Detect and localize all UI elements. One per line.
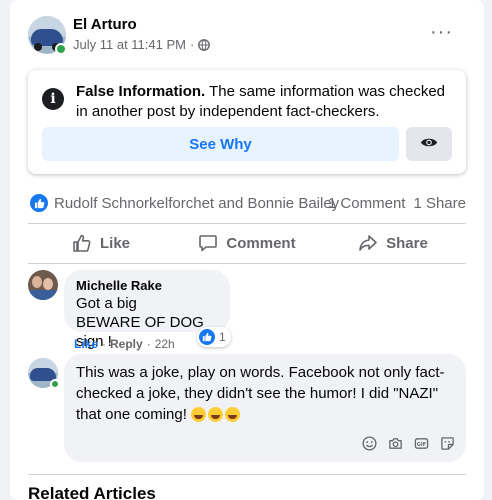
divider [28,474,466,475]
sticker-icon[interactable] [438,434,456,452]
comment-actions: Like · Reply · 22h [74,337,175,351]
globe-icon[interactable] [198,38,211,51]
divider [28,263,466,264]
like-label: Like [99,234,130,252]
related-articles-heading: Related Articles [28,484,156,500]
laughing-emoji-icon [225,407,241,422]
share-label: Share [386,234,428,252]
laughing-emoji-icon [191,407,207,422]
warning-heading: False Information. [76,83,206,100]
composer-text[interactable]: This was a joke, play on words. Facebook… [76,362,454,425]
camera-icon[interactable] [386,434,404,452]
comment-composer[interactable]: This was a joke, play on words. Facebook… [64,354,466,462]
emoji-group [191,407,241,422]
comment-action-separator: · [146,337,151,351]
share-icon [359,235,377,251]
engagement-counts: 1 Comment 1 Share [328,195,466,212]
comment-text-line: Got a big [76,295,137,312]
composer-avatar[interactable] [28,358,60,389]
comment-like-link[interactable]: Like [74,337,98,351]
comment-age[interactable]: 22h [155,337,175,351]
comment-label: Comment [226,234,296,252]
more-options-button[interactable]: ··· [430,22,453,42]
commenter-name[interactable]: Michelle Rake [76,278,218,294]
comment-icon [199,235,218,252]
post-card: El Arturo July 11 at 11:41 PM · ··· i Fa… [10,0,484,500]
gif-icon[interactable]: GIF [412,434,430,452]
like-reaction-icon[interactable] [30,194,48,212]
eye-icon [420,136,438,152]
comment-reaction-badge[interactable]: 1 [197,327,231,347]
svg-text:GIF: GIF [416,441,426,447]
share-count[interactable]: 1 Share [413,195,466,212]
info-icon: i [42,88,64,110]
online-status-dot [55,43,67,55]
false-information-warning: i False Information. The same informatio… [28,70,466,174]
composer-text-content: This was a joke, play on words. Facebook… [76,364,445,423]
comment-bubble: Michelle Rake Got a big BEWARE OF DOG si… [64,270,230,350]
post-meta: July 11 at 11:41 PM · [73,37,211,52]
warning-text: False Information. The same information … [76,82,456,122]
author-name[interactable]: El Arturo [73,16,137,33]
rolling-laughing-emoji-icon [208,407,224,422]
comment-count[interactable]: 1 Comment [328,195,406,212]
view-post-button[interactable] [406,127,452,161]
meta-separator: · [189,37,195,52]
comment-reaction-count: 1 [219,330,226,344]
emoji-icon[interactable] [360,434,378,452]
commenter-avatar[interactable] [28,270,58,300]
like-button[interactable]: Like [28,226,174,260]
comment-action-separator: · [102,337,107,351]
post-actions: Like Comment Share [28,226,466,260]
author-avatar[interactable] [28,16,67,55]
share-button[interactable]: Share [320,226,466,260]
online-status-dot [50,379,60,389]
comment-button[interactable]: Comment [174,226,320,260]
comment-reply-link[interactable]: Reply [110,337,143,351]
thumbs-up-icon [73,234,91,252]
like-reaction-icon [199,329,215,345]
reactors-names[interactable]: Rudolf Schnorkelforchet and Bonnie Baile… [54,195,339,212]
see-why-button[interactable]: See Why [42,127,399,161]
post-timestamp[interactable]: July 11 at 11:41 PM [73,37,186,52]
composer-tools: GIF [360,434,456,452]
divider [28,223,466,224]
